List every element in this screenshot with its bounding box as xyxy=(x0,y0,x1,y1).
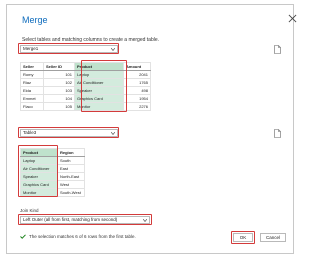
annotation-box-join-kind xyxy=(18,214,152,225)
screen: Merge Select tables and matching columns… xyxy=(0,0,300,258)
annotation-box-first-dropdown xyxy=(18,43,119,54)
table-cell: South-West xyxy=(57,188,85,197)
table-cell: 1765 xyxy=(123,78,151,87)
column-header[interactable]: Seller xyxy=(20,62,44,71)
table-cell: Elda xyxy=(20,86,44,95)
annotation-box-ok-button xyxy=(231,231,255,244)
document-icon[interactable] xyxy=(274,45,281,54)
table-cell: Riaz xyxy=(20,78,44,87)
merge-dialog: Merge Select tables and matching columns… xyxy=(6,4,297,254)
table-cell: 101 xyxy=(43,70,75,79)
table-cell: Flaco xyxy=(20,102,44,111)
table-cell: South xyxy=(57,156,85,165)
table-cell: 2041 xyxy=(123,70,151,79)
annotation-box-second-dropdown xyxy=(18,127,119,138)
table-cell: North-East xyxy=(57,172,85,181)
close-icon[interactable] xyxy=(288,14,297,23)
join-kind-label: Join Kind xyxy=(20,208,39,213)
table-cell: Emmet xyxy=(20,94,44,103)
table-cell: East xyxy=(57,164,85,173)
table-cell: 105 xyxy=(43,102,75,111)
annotation-box-first-column xyxy=(81,60,127,112)
table-cell: 2276 xyxy=(123,102,151,111)
annotation-box-second-column xyxy=(18,145,58,197)
table-cell: 104 xyxy=(43,94,75,103)
document-icon[interactable] xyxy=(274,129,281,138)
table-cell: West xyxy=(57,180,85,189)
table-cell: 1954 xyxy=(123,94,151,103)
dialog-title: Merge xyxy=(22,15,48,25)
table-cell: 102 xyxy=(43,78,75,87)
column-header[interactable]: Seller ID xyxy=(43,62,75,71)
cancel-button[interactable]: Cancel xyxy=(260,233,286,242)
status-text: The selection matches 6 of 6 rows from t… xyxy=(29,234,136,239)
checkmark-icon xyxy=(20,234,26,239)
column-header[interactable]: Region xyxy=(57,148,85,157)
table-cell: 103 xyxy=(43,86,75,95)
table-cell: 498 xyxy=(123,86,151,95)
column-header[interactable]: Amount xyxy=(123,62,151,71)
table-cell: Romy xyxy=(20,70,44,79)
